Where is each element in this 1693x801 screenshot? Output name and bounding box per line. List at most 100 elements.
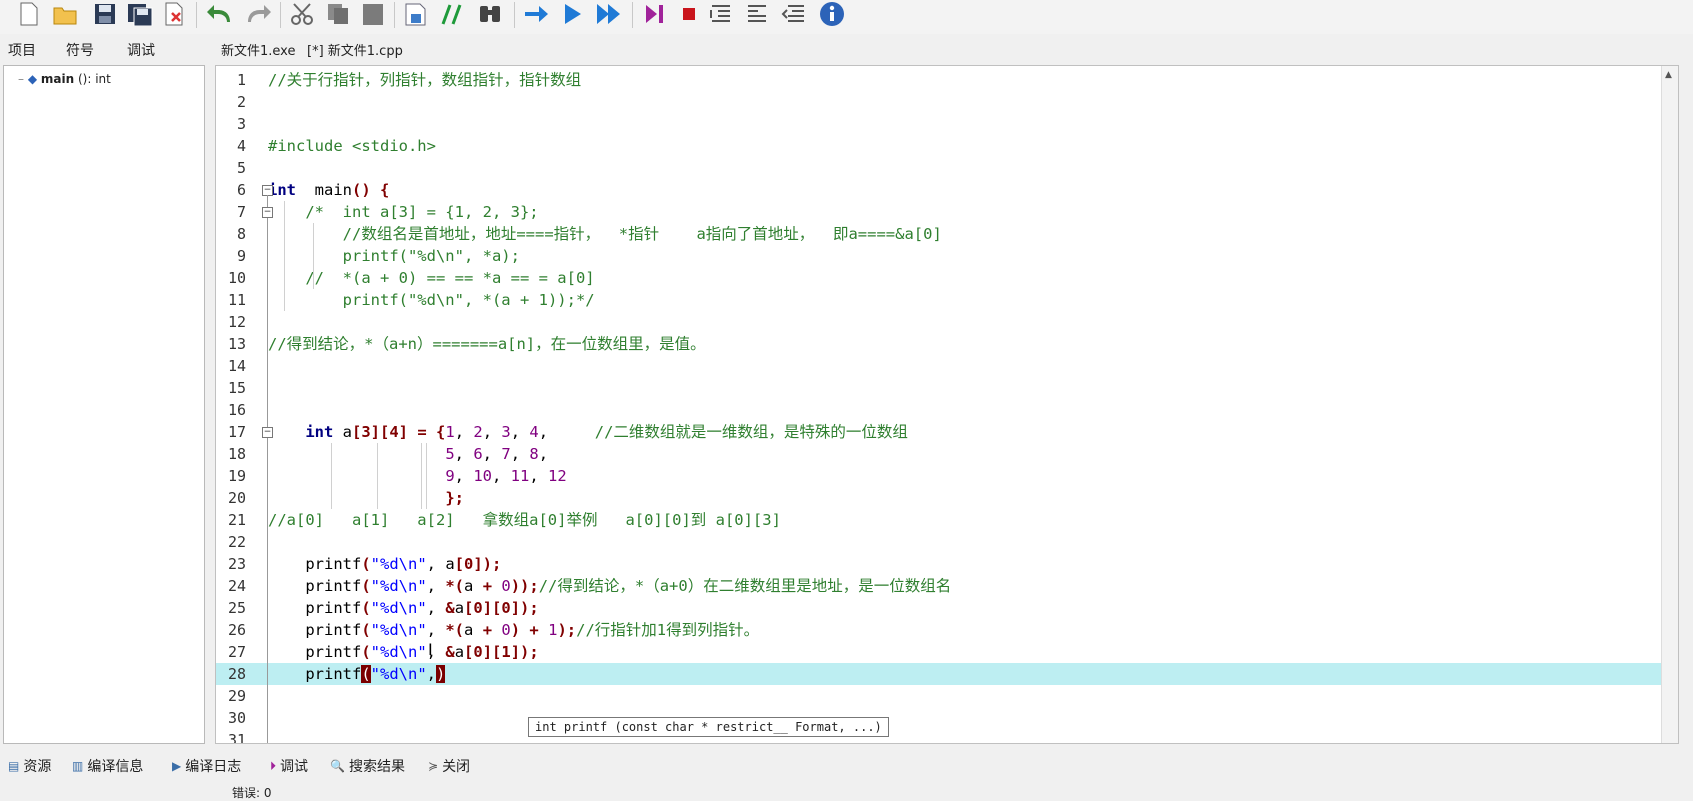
code-line[interactable]: 3 xyxy=(216,113,1678,135)
line-number: 27 xyxy=(227,643,246,661)
close-icon: ≽ xyxy=(428,759,439,773)
mouse-cursor-icon: I xyxy=(428,640,433,659)
code-line[interactable]: 5 xyxy=(216,157,1678,179)
bottom-tabs: ▤ 资源 ▥ 编译信息 ▶ 编译日志 ⏵ 调试 🔍 搜索结果 ≽ 关闭 xyxy=(0,750,1693,780)
code-line[interactable]: 7 /* int a[3] = {1, 2, 3}; xyxy=(216,201,1678,223)
code-line[interactable]: 9 printf("%d\n", *a); xyxy=(216,245,1678,267)
stop-icon[interactable] xyxy=(676,0,702,28)
tab-project[interactable]: 项目 xyxy=(8,40,36,60)
insert-line-icon[interactable] xyxy=(708,0,738,28)
undo-icon[interactable] xyxy=(206,0,236,28)
code-line[interactable]: 29 xyxy=(216,685,1678,707)
code-line[interactable]: 18 5, 6, 7, 8, xyxy=(216,443,1678,465)
code-text: #include <stdio.h> xyxy=(268,137,436,155)
redo-icon[interactable] xyxy=(242,0,272,28)
code-line[interactable]: 27 printf("%d\n", &a[0][1]); xyxy=(216,641,1678,663)
code-text: int a[3][4] = {1, 2, 3, 4, //二维数组就是一维数组，… xyxy=(305,423,908,441)
tab-close[interactable]: ≽ 关闭 xyxy=(428,756,470,776)
indent-icon[interactable] xyxy=(402,0,432,28)
tab-debug[interactable]: 调试 xyxy=(127,40,155,60)
code-text: //关于行指针，列指针，数组指针，指针数组 xyxy=(268,71,582,89)
new-file-icon[interactable] xyxy=(16,0,42,28)
code-line[interactable]: 1 //关于行指针，列指针，数组指针，指针数组 xyxy=(216,69,1678,91)
line-number: 31 xyxy=(227,731,246,744)
code-line[interactable]: 31 xyxy=(216,729,1678,744)
signature-tooltip: int printf (const char * restrict__ Form… xyxy=(528,717,889,737)
save-all-icon[interactable] xyxy=(126,0,154,28)
compile-icon[interactable] xyxy=(522,0,552,28)
line-number: 20 xyxy=(227,489,246,507)
fold-toggle-icon[interactable]: − xyxy=(262,427,273,438)
tab-debug-panel[interactable]: ⏵ 调试 xyxy=(270,756,308,776)
code-line[interactable]: 23 printf("%d\n", a[0]); xyxy=(216,553,1678,575)
tab-file-exe[interactable]: 新文件1.exe xyxy=(221,40,295,59)
find-icon[interactable] xyxy=(476,0,506,28)
scroll-up-icon[interactable]: ▲ xyxy=(1665,70,1672,80)
code-line[interactable]: 30 xyxy=(216,707,1678,729)
class-browser: – ◆ main (): int xyxy=(3,65,205,744)
code-editor[interactable]: 1//关于行指针，列指针，数组指针，指针数组 2 3 4 #include <stdio… xyxy=(215,65,1679,744)
code-line[interactable]: 17 int a[3][4] = {1, 2, 3, 4, //二维数组就是一维… xyxy=(216,421,1678,443)
vertical-scrollbar[interactable]: ▲ xyxy=(1661,66,1678,743)
code-line[interactable]: 22 xyxy=(216,531,1678,553)
line-number: 13 xyxy=(227,335,246,353)
play-icon: ▶ xyxy=(172,759,182,773)
compile-run-icon[interactable] xyxy=(594,0,624,28)
code-line[interactable]: 14 xyxy=(216,355,1678,377)
tab-compile-log[interactable]: ▶ 编译日志 xyxy=(172,756,241,776)
line-number: 5 xyxy=(236,159,246,177)
code-line[interactable]: 4 #include <stdio.h> xyxy=(216,135,1678,157)
tab-symbols[interactable]: 符号 xyxy=(66,40,94,60)
code-text: printf("%d\n", &a[0][0]); xyxy=(268,599,539,617)
copy-icon[interactable] xyxy=(326,0,352,28)
code-line[interactable]: 2 xyxy=(216,91,1678,113)
code-text: printf("%d\n",) xyxy=(268,665,446,683)
code-line[interactable]: 8 //数组名是首地址，地址====指针， *指针 a指向了首地址， 即a===… xyxy=(216,223,1678,245)
cut-icon[interactable] xyxy=(288,0,318,28)
paste-icon[interactable] xyxy=(360,0,386,28)
function-icon: ◆ xyxy=(27,72,38,86)
close-file-icon[interactable] xyxy=(162,0,188,28)
open-file-icon[interactable] xyxy=(52,0,80,28)
tab-label: 资源 xyxy=(23,759,52,775)
code-line[interactable]: 24 printf("%d\n", *(a + 0));//得到结论，*（a+0… xyxy=(216,575,1678,597)
code-line[interactable]: 26 printf("%d\n", *(a + 0) + 1);//行指针加1得… xyxy=(216,619,1678,641)
fold-toggle-icon[interactable]: − xyxy=(262,207,273,218)
code-line[interactable]: 25 printf("%d\n", &a[0][0]); xyxy=(216,597,1678,619)
code-line[interactable]: 11 printf("%d\n", *(a + 1));*/ xyxy=(216,289,1678,311)
code-line[interactable]: 10 // *(a + 0) == == *a == = a[0] xyxy=(216,267,1678,289)
function-signature: (): int xyxy=(74,72,111,86)
save-icon[interactable] xyxy=(92,0,118,28)
code-line[interactable]: 12 xyxy=(216,311,1678,333)
code-line[interactable]: 21 //a[0] a[1] a[2] 拿数组a[0]举例 a[0][0]到 a[… xyxy=(216,509,1678,531)
code-text: printf("%d\n", *a); xyxy=(342,247,520,265)
tab-compile-info[interactable]: ▥ 编译信息 xyxy=(72,756,143,776)
tab-label: 关闭 xyxy=(442,759,471,775)
about-icon[interactable] xyxy=(816,0,848,28)
tab-search-results[interactable]: 🔍 搜索结果 xyxy=(330,756,405,776)
line-number: 24 xyxy=(227,577,246,595)
code-line[interactable]: 19 9, 10, 11, 12 xyxy=(216,465,1678,487)
code-line[interactable]: 16 xyxy=(216,399,1678,421)
tree-item-main[interactable]: – ◆ main (): int xyxy=(18,72,111,86)
left-panel-tabs: 项目 符号 调试 xyxy=(0,36,210,64)
code-line[interactable]: 15 xyxy=(216,377,1678,399)
debug-icon[interactable] xyxy=(640,0,670,28)
line-number: 23 xyxy=(227,555,246,573)
tab-label: 编译信息 xyxy=(87,759,144,775)
tab-resources[interactable]: ▤ 资源 xyxy=(8,756,51,776)
comment-icon[interactable] xyxy=(438,0,468,28)
code-line[interactable]: 13 //得到结论，*（a+n）=======a[n]，在一位数组里，是值。 xyxy=(216,333,1678,355)
code-text: // *(a + 0) == == *a == = a[0] xyxy=(305,269,595,287)
uncomment-icon[interactable] xyxy=(780,0,810,28)
line-number: 21 xyxy=(227,511,246,529)
code-line[interactable]: 20 }; xyxy=(216,487,1678,509)
code-line[interactable]: 6 int main() { xyxy=(216,179,1678,201)
compile-info-icon: ▥ xyxy=(72,759,84,773)
tab-file-cpp[interactable]: [*] 新文件1.cpp xyxy=(307,40,403,59)
line-number: 1 xyxy=(236,71,246,89)
code-text: printf("%d\n", a[0]); xyxy=(268,555,502,573)
run-icon[interactable] xyxy=(558,0,588,28)
code-line[interactable]: 28 printf("%d\n",) xyxy=(216,663,1678,685)
toggle-comment-icon[interactable] xyxy=(744,0,774,28)
